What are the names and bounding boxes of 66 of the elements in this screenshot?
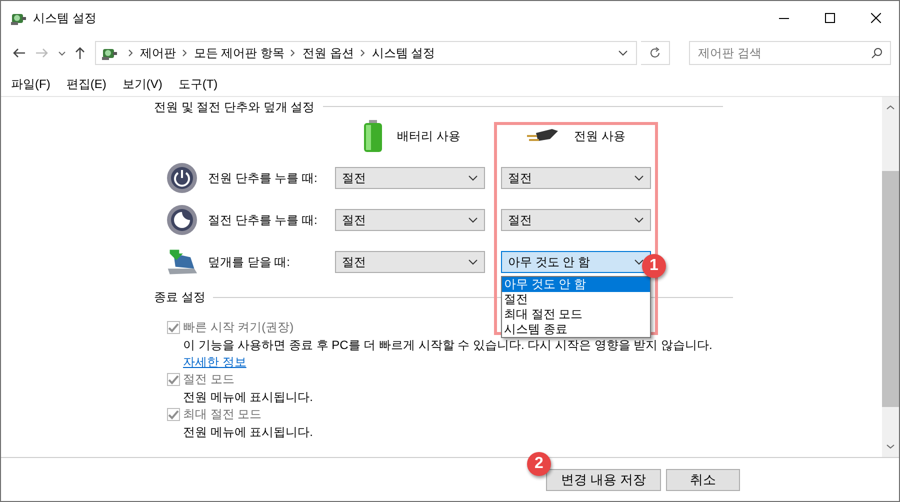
dropdown-option[interactable]: 절전 <box>502 292 650 307</box>
plugged-in-action-dropdown[interactable]: 아무 것도 안 함 <box>501 251 651 273</box>
battery-action-dropdown[interactable]: 절전 <box>335 251 485 273</box>
plugged-in-action-dropdown[interactable]: 절전 <box>501 167 651 189</box>
close-icon <box>871 13 881 23</box>
column-heading: 전원 사용 <box>574 128 626 145</box>
chevron-down-icon <box>634 217 644 223</box>
chevron-down-icon <box>468 259 478 265</box>
up-arrow-icon <box>74 46 86 60</box>
battery-action-dropdown[interactable]: 절전 <box>335 209 485 231</box>
power-button-icon <box>166 162 198 194</box>
sleep-button-icon <box>166 204 198 236</box>
chevron-down-icon <box>468 175 478 181</box>
breadcrumb-item[interactable]: 제어판 <box>140 44 176 62</box>
scroll-down-icon <box>886 444 895 449</box>
back-arrow-icon <box>12 47 26 59</box>
annotation-badge: 1 <box>642 254 666 278</box>
breadcrumb-item[interactable]: 전원 옵션 <box>302 44 354 62</box>
option-description: 전원 메뉴에 표시됩니다. <box>183 424 314 440</box>
option-description: 전원 메뉴에 표시됩니다. <box>183 389 314 405</box>
menu-item[interactable]: 도구(T) <box>178 74 218 92</box>
section-heading: 전원 및 절전 단추와 덮개 설정 <box>154 98 315 116</box>
chevron-down-icon <box>58 50 66 56</box>
cancel-button[interactable]: 취소 <box>666 468 740 490</box>
row-label: 절전 단추를 누를 때: <box>208 212 318 229</box>
dropdown-option[interactable]: 최대 절전 모드 <box>502 307 650 322</box>
row-label: 전원 단추를 누를 때: <box>208 170 318 187</box>
chevron-down-icon <box>468 217 478 223</box>
dropdown-option[interactable]: 아무 것도 안 함 <box>502 277 650 292</box>
save-changes-button[interactable]: 변경 내용 저장 <box>546 468 661 490</box>
column-heading: 배터리 사용 <box>397 128 460 145</box>
checkbox-label: 빠른 시작 켜기(권장) <box>183 319 294 336</box>
chevron-down-icon <box>618 50 628 56</box>
search-field[interactable]: 제어판 검색 <box>689 41 892 65</box>
maximize-icon <box>825 13 835 23</box>
scrollbar-thumb[interactable] <box>882 171 899 407</box>
search-icon <box>871 47 884 59</box>
chevron-down-icon <box>634 175 644 181</box>
window-title: 시스템 설정 <box>33 10 96 27</box>
dropdown-option[interactable]: 시스템 종료 <box>502 322 650 337</box>
checkbox-label: 최대 절전 모드 <box>183 406 262 423</box>
menu-item[interactable]: 편집(E) <box>66 74 106 92</box>
refresh-button[interactable] <box>641 41 670 65</box>
checkbox-label: 절전 모드 <box>183 371 234 388</box>
menu-item[interactable]: 파일(F) <box>11 74 50 92</box>
row-label: 덮개를 닫을 때: <box>208 254 292 271</box>
chevron-down-icon <box>634 259 644 265</box>
annotation-badge: 2 <box>527 452 551 476</box>
breadcrumb-item[interactable]: 시스템 설정 <box>372 44 436 62</box>
chevron-right-icon <box>128 49 134 57</box>
breadcrumb-item[interactable]: 모든 제어판 항목 <box>194 44 284 62</box>
chevron-right-icon <box>290 49 296 57</box>
chevron-right-icon <box>360 49 366 57</box>
battery-icon <box>363 120 383 152</box>
option-description: 이 기능을 사용하면 종료 후 PC를 더 빠르게 시작할 수 있습니다. 다시 시작은 영향을 받지 않습니다. <box>183 337 712 353</box>
chevron-right-icon <box>182 49 188 57</box>
scroll-up-icon <box>886 105 895 110</box>
battery-action-dropdown[interactable]: 절전 <box>335 167 485 189</box>
address-bar[interactable]: 제어판 모든 제어판 항목 전원 옵션 시스템 설정 <box>94 41 638 65</box>
menu-item[interactable]: 보기(V) <box>122 74 162 92</box>
section-heading: 종료 설정 <box>154 289 206 306</box>
refresh-icon <box>649 47 662 59</box>
forward-arrow-icon <box>35 47 50 59</box>
scrollbar[interactable] <box>882 97 899 457</box>
laptop-lid-icon <box>166 247 198 277</box>
plugged-in-action-dropdown[interactable]: 절전 <box>501 209 651 231</box>
